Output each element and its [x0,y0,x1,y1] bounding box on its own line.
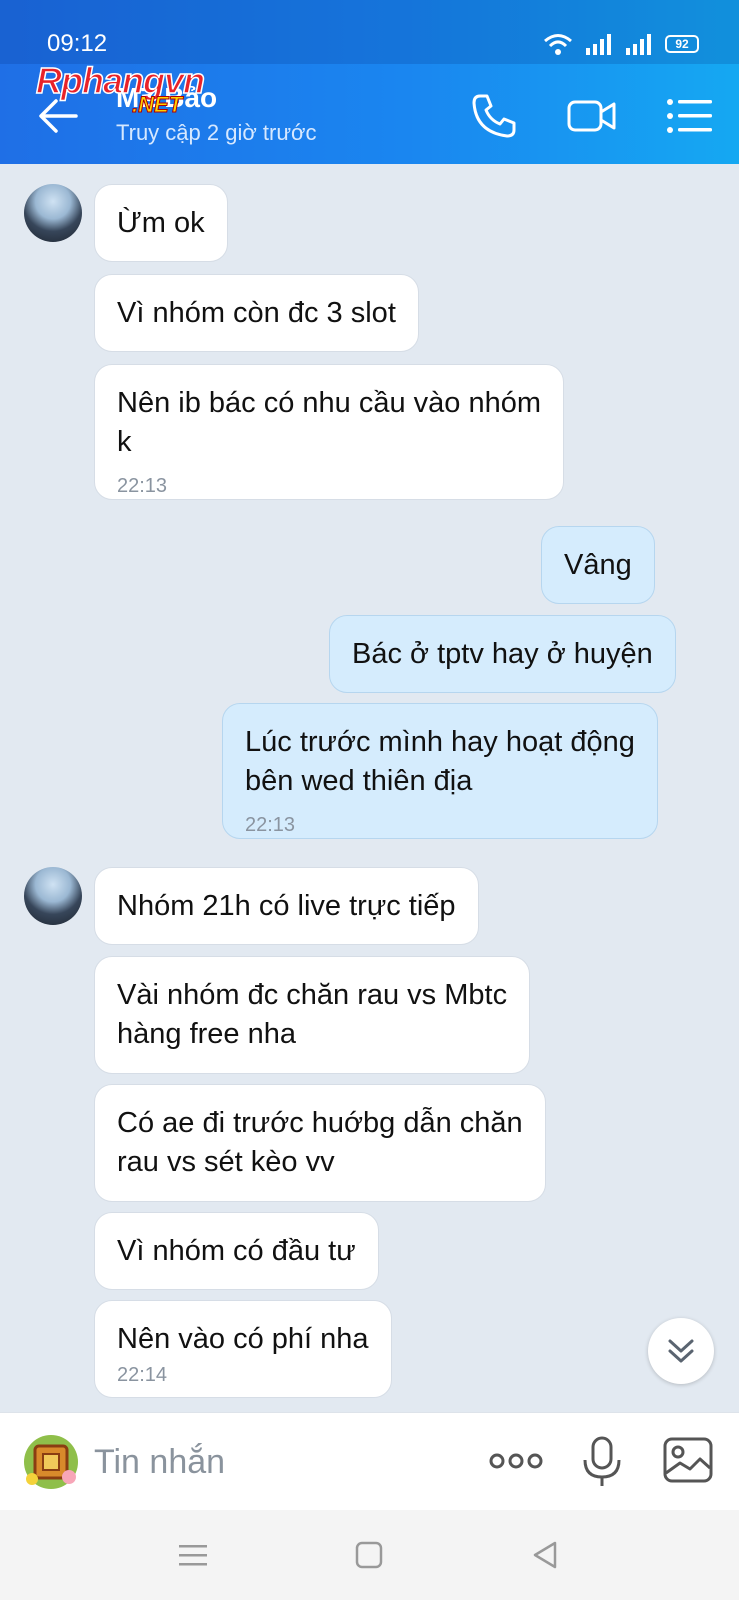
contact-name[interactable]: MZ Bảo [116,82,217,114]
system-nav-bar [0,1510,739,1600]
chat-header: 09:12 92 MZ Bảo Truy cập 2 giờ trước Rph… [0,0,739,164]
message-input-bar [0,1412,739,1510]
double-chevron-down-icon [668,1339,694,1363]
sticker-icon[interactable] [22,1433,80,1491]
message-text: Vâng [564,549,632,581]
message-text: Vài nhóm đc chăn rau vs Mbtc hàng free n… [117,979,508,1050]
image-icon[interactable] [662,1435,714,1485]
message-input[interactable] [94,1435,464,1489]
message-bubble[interactable]: Nên vào có phí nha 22:14 [94,1300,392,1398]
home-square-icon[interactable] [352,1538,386,1572]
message-bubble[interactable]: Vài nhóm đc chăn rau vs Mbtc hàng free n… [94,956,531,1074]
message-bubble[interactable]: Bác ở tptv hay ở huyện [329,615,676,693]
back-triangle-icon[interactable] [528,1538,562,1572]
message-text: Có ae đi trước huớbg dẫn chăn rau vs sét… [117,1107,523,1178]
message-text: Ừm ok [117,207,205,239]
message-time: 22:13 [245,814,296,836]
microphone-icon[interactable] [580,1435,624,1489]
message-bubble[interactable]: Vâng [541,526,655,604]
message-time: 22:13 [117,475,168,497]
message-text: Vì nhóm có đầu tư [117,1235,356,1267]
message-bubble[interactable]: Ừm ok [94,184,228,262]
message-bubble[interactable]: Vì nhóm còn đc 3 slot [94,274,419,352]
message-list[interactable]: Ừm ok Vì nhóm còn đc 3 slot Nên ib bác c… [0,164,739,1412]
message-text: Lúc trước mình hay hoạt động bên wed thi… [245,726,635,797]
status-bar: 09:12 92 [0,0,739,64]
message-bubble[interactable]: Lúc trước mình hay hoạt động bên wed thi… [222,703,658,839]
message-bubble[interactable]: Vì nhóm có đầu tư [94,1212,379,1290]
wifi-icon [544,34,572,55]
contact-last-seen: Truy cập 2 giờ trước [116,120,317,145]
menu-list-icon[interactable] [664,90,716,142]
message-bubble[interactable]: Nhóm 21h có live trực tiếp [94,867,479,945]
message-text: Nên ib bác có nhu cầu vào nhóm k [117,387,541,458]
signal-icon-1 [586,34,611,55]
status-icons: 92 [543,32,699,56]
phone-icon[interactable] [468,90,520,142]
message-text: Vì nhóm còn đc 3 slot [117,297,396,329]
message-text: Nhóm 21h có live trực tiếp [117,890,456,922]
message-text: Nên vào có phí nha [117,1323,369,1355]
back-arrow-icon[interactable] [36,94,80,138]
more-dots-icon[interactable] [488,1441,544,1481]
contact-avatar[interactable] [24,867,82,925]
status-time: 09:12 [47,30,108,57]
battery-icon: 92 [665,35,699,53]
contact-avatar[interactable] [24,184,82,242]
video-camera-icon[interactable] [566,90,618,142]
message-time: 22:14 [117,1364,168,1386]
message-text: Bác ở tptv hay ở huyện [352,638,653,670]
menu-icon[interactable] [176,1538,210,1572]
message-bubble[interactable]: Nên ib bác có nhu cầu vào nhóm k 22:13 [94,364,564,500]
scroll-to-bottom-button[interactable] [648,1318,714,1384]
signal-icon-2 [626,34,651,55]
message-bubble[interactable]: Có ae đi trước huớbg dẫn chăn rau vs sét… [94,1084,546,1202]
